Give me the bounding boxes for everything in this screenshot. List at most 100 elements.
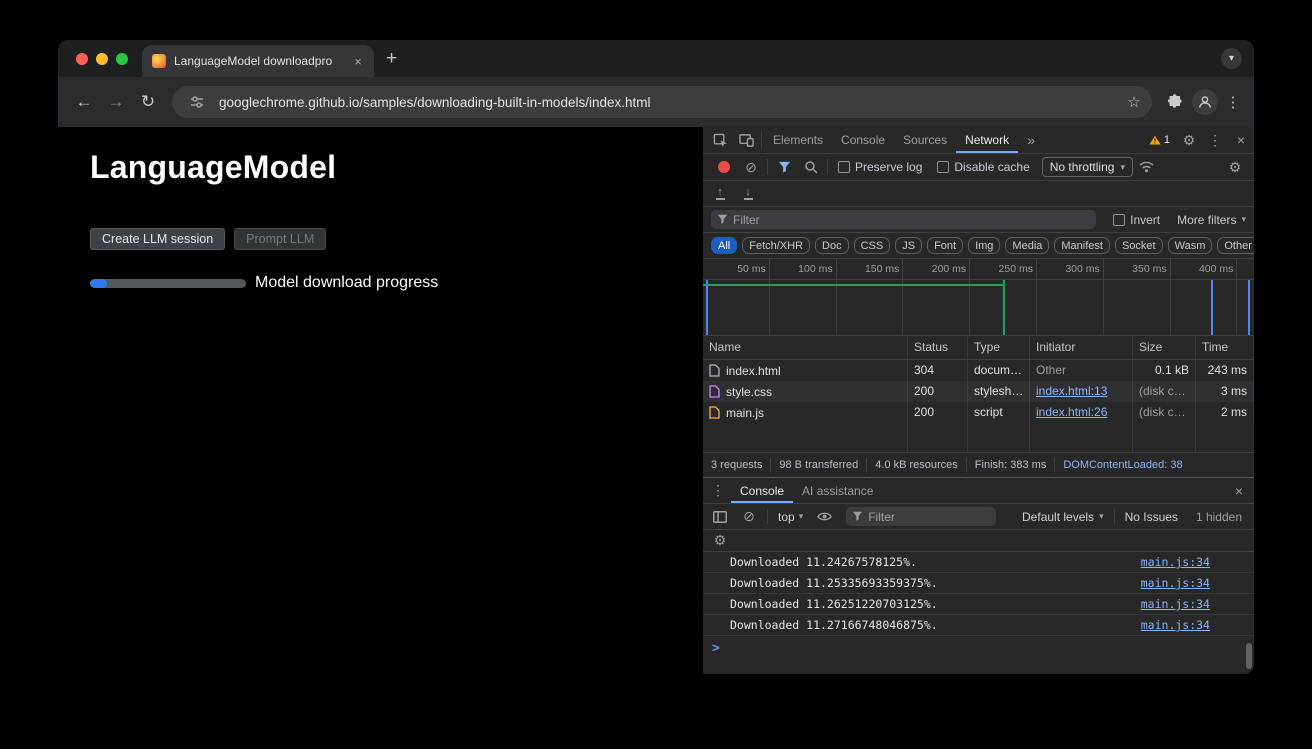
drawer-tab-ai-assistance[interactable]: AI assistance — [793, 478, 882, 503]
console-toolbar: ⊘ top ▾ — [703, 504, 1254, 530]
chip-img[interactable]: Img — [968, 237, 1000, 254]
bookmark-star-icon[interactable]: ☆ — [1122, 93, 1146, 111]
extensions-icon[interactable] — [1162, 89, 1188, 115]
caret-down-icon: ▾ — [1120, 162, 1125, 173]
column-header-name[interactable]: Name — [703, 336, 908, 359]
disable-cache-checkbox[interactable]: Disable cache — [930, 160, 1036, 174]
chip-media[interactable]: Media — [1005, 237, 1049, 254]
console-sidebar-icon[interactable] — [707, 504, 733, 529]
new-tab-button[interactable]: + — [386, 49, 397, 68]
context-selector[interactable]: top ▾ — [773, 510, 808, 524]
search-icon[interactable] — [798, 154, 824, 180]
create-llm-session-button[interactable]: Create LLM session — [90, 228, 225, 250]
chip-fetch-xhr[interactable]: Fetch/XHR — [742, 237, 810, 254]
network-request-row[interactable]: main.js 200 script index.html:26 (disk c… — [703, 402, 1254, 423]
drawer-close-icon[interactable]: × — [1226, 478, 1252, 503]
tab-close-icon[interactable]: × — [350, 54, 366, 69]
clear-console-icon[interactable]: ⊘ — [736, 504, 762, 529]
log-levels-dropdown[interactable]: Default levels ▾ — [1018, 510, 1108, 524]
chip-manifest[interactable]: Manifest — [1054, 237, 1110, 254]
invert-checkbox[interactable]: Invert — [1106, 213, 1167, 227]
console-filter-field[interactable] — [846, 507, 996, 526]
chip-wasm[interactable]: Wasm — [1168, 237, 1213, 254]
scrollbar-thumb[interactable] — [1246, 643, 1252, 669]
chip-all[interactable]: All — [711, 237, 737, 254]
source-link[interactable]: main.js:34 — [1141, 618, 1210, 632]
network-conditions-icon[interactable] — [1134, 154, 1160, 180]
tab-elements[interactable]: Elements — [764, 127, 832, 153]
address-bar[interactable]: googlechrome.github.io/samples/downloadi… — [172, 86, 1152, 118]
console-message: Downloaded 11.27166748046875%. main.js:3… — [703, 615, 1254, 636]
minimize-window-button[interactable] — [96, 53, 108, 65]
column-header-time[interactable]: Time — [1196, 336, 1254, 359]
timeline-overview[interactable] — [703, 280, 1254, 335]
device-toolbar-icon[interactable] — [733, 127, 759, 153]
console-settings-icon[interactable]: ⚙ — [707, 530, 733, 551]
browser-tab[interactable]: LanguageModel downloadpro × — [142, 45, 374, 77]
zoom-window-button[interactable] — [116, 53, 128, 65]
record-button[interactable] — [718, 161, 730, 173]
tab-search-button[interactable]: ▾ — [1221, 48, 1242, 69]
devtools-close-icon[interactable]: × — [1228, 127, 1254, 153]
chip-js[interactable]: JS — [895, 237, 922, 254]
caret-down-icon: ▾ — [1241, 214, 1246, 225]
source-link[interactable]: main.js:34 — [1141, 576, 1210, 590]
document-file-icon — [709, 364, 720, 377]
close-window-button[interactable] — [76, 53, 88, 65]
source-link[interactable]: main.js:34 — [1141, 597, 1210, 611]
warning-badge[interactable]: 1 — [1143, 134, 1176, 146]
preserve-log-checkbox[interactable]: Preserve log — [831, 160, 929, 174]
inspect-icon[interactable] — [707, 127, 733, 153]
network-request-row[interactable]: style.css 200 stylesh… index.html:13 (di… — [703, 381, 1254, 402]
console-filter-input[interactable] — [868, 510, 990, 524]
filter-toggle-icon[interactable] — [771, 154, 797, 180]
devtools-settings-icon[interactable]: ⚙ — [1176, 127, 1202, 153]
tab-sources[interactable]: Sources — [894, 127, 956, 153]
console-prompt[interactable]: > — [703, 636, 1254, 660]
more-filters-button[interactable]: More filters ▾ — [1177, 213, 1246, 227]
network-settings-icon[interactable]: ⚙ — [1222, 154, 1248, 180]
eye-icon[interactable] — [811, 504, 837, 529]
site-settings-icon[interactable] — [184, 89, 210, 115]
prompt-llm-button[interactable]: Prompt LLM — [234, 228, 326, 250]
column-header-initiator[interactable]: Initiator — [1030, 336, 1133, 359]
profile-avatar-icon[interactable] — [1192, 89, 1218, 115]
column-header-size[interactable]: Size — [1133, 336, 1196, 359]
drawer-menu-icon[interactable]: ⋮ — [705, 478, 731, 503]
chip-font[interactable]: Font — [927, 237, 963, 254]
devtools-menu-icon[interactable]: ⋮ — [1202, 127, 1228, 153]
caret-down-icon: ▾ — [1099, 511, 1104, 522]
network-request-row[interactable]: index.html 304 docum… Other 0.1 kB 243 m… — [703, 360, 1254, 381]
drawer-tab-console[interactable]: Console — [731, 478, 793, 503]
browser-menu-icon[interactable]: ⋮ — [1222, 93, 1244, 111]
tab-network[interactable]: Network — [956, 127, 1018, 153]
hidden-count: 1 hidden — [1186, 510, 1246, 524]
column-header-status[interactable]: Status — [908, 336, 968, 359]
console-messages: Downloaded 11.24267578125%. main.js:34 D… — [703, 552, 1254, 636]
network-filter-input[interactable] — [733, 213, 1090, 227]
request-type-chips: All Fetch/XHR Doc CSS JS Font Img Media … — [703, 233, 1254, 259]
tab-console[interactable]: Console — [832, 127, 894, 153]
column-header-type[interactable]: Type — [968, 336, 1030, 359]
forward-button[interactable]: → — [102, 88, 130, 116]
network-filter-field[interactable] — [711, 210, 1096, 229]
chip-other[interactable]: Other — [1217, 237, 1254, 254]
transferred-size: 98 B transferred — [771, 458, 867, 473]
clear-network-icon[interactable]: ⊘ — [738, 154, 764, 180]
initiator-link[interactable]: index.html:26 — [1036, 405, 1107, 419]
timeline-marker-blue — [1211, 280, 1213, 335]
source-link[interactable]: main.js:34 — [1141, 555, 1210, 569]
more-tabs-icon[interactable]: » — [1018, 127, 1044, 153]
export-har-icon[interactable]: ↓ — [739, 187, 757, 200]
chip-css[interactable]: CSS — [854, 237, 891, 254]
chip-socket[interactable]: Socket — [1115, 237, 1163, 254]
page-title: LanguageModel — [90, 149, 703, 186]
import-har-icon[interactable]: ↑ — [711, 187, 729, 200]
refresh-button[interactable]: ↻ — [134, 88, 162, 116]
initiator-link[interactable]: index.html:13 — [1036, 384, 1107, 398]
progress-fill — [90, 279, 107, 288]
throttling-select[interactable]: No throttling ▾ — [1042, 157, 1133, 177]
back-button[interactable]: ← — [70, 88, 98, 116]
issues-status[interactable]: No Issues — [1121, 510, 1182, 524]
chip-doc[interactable]: Doc — [815, 237, 849, 254]
